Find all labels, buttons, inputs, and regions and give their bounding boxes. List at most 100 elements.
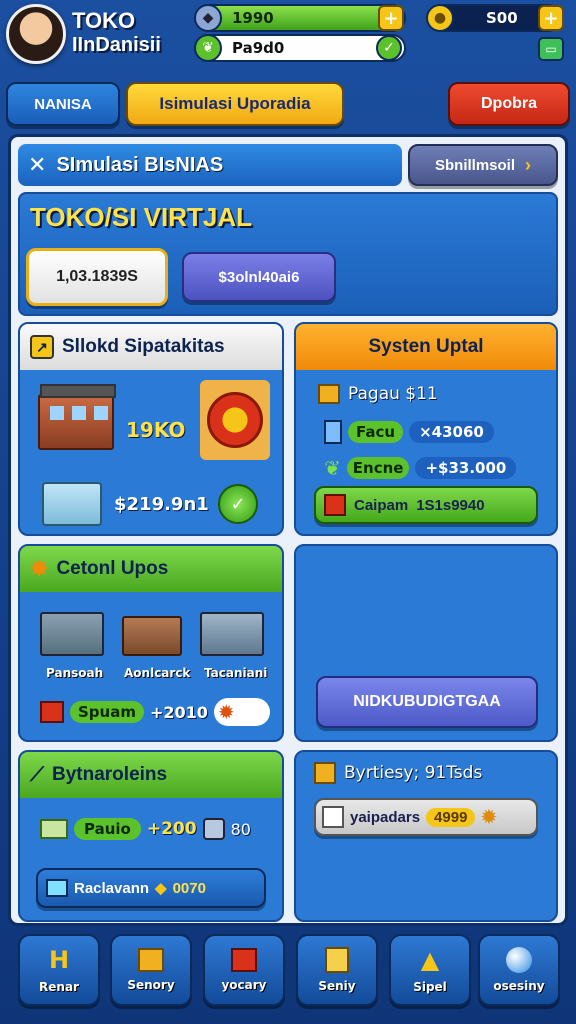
- red-crate-icon: [324, 494, 346, 516]
- home-icon: H: [48, 946, 70, 974]
- nav-shop-button[interactable]: Senory: [110, 934, 192, 1006]
- banner-action-label: Sbnillmsoil: [434, 156, 515, 174]
- nav-notes-label: Seniy: [318, 979, 356, 993]
- building-factory-icon: [40, 612, 104, 656]
- stats-card-title: Sllokd Sipatakitas: [62, 336, 225, 357]
- tab-right-label: Dpobra: [481, 95, 537, 112]
- system-card-header: Systen Uptal: [296, 324, 556, 370]
- business-card: ⟋ Bytnaroleins Pauio +200 80 Raclavann ◆…: [18, 750, 284, 922]
- upgrades-footer-value: +2010: [149, 702, 208, 722]
- nav-globe-button[interactable]: osesiny: [478, 934, 560, 1006]
- bytes-card: Byrtiesy; 91Tsds yaipadars 4999 ✹: [294, 750, 558, 922]
- store-value-box[interactable]: 1,03.1839S: [26, 248, 168, 306]
- banner-title: SImulasi BIsNIAS: [56, 153, 224, 176]
- game-title-line1: TOKO: [72, 8, 136, 33]
- stats-card: ↗ Sllokd Sipatakitas 19KO $219.9n1 ✓: [18, 322, 284, 536]
- resource1-add-button[interactable]: +: [378, 5, 404, 31]
- store-value-button[interactable]: $3olnl40ai6: [182, 252, 336, 302]
- cube-icon: [322, 806, 344, 828]
- tab-left-label: NANISA: [34, 95, 92, 113]
- triangle-icon: ▲: [420, 946, 440, 974]
- action-wide-button[interactable]: NIDKUBUDIGTGAA: [316, 676, 538, 728]
- green-coin-icon[interactable]: ✓: [218, 484, 258, 524]
- system-line1: Pagau $11: [318, 384, 438, 404]
- gear-icon: ✹: [481, 806, 497, 827]
- business-card-header: ⟋ Bytnaroleins: [20, 752, 282, 798]
- banner-bar: ✕ SImulasi BIsNIAS: [18, 144, 402, 186]
- greenhouse-icon: [42, 482, 102, 526]
- gold-coin-icon: ●: [426, 4, 454, 32]
- business-row1-value: +200: [146, 819, 197, 839]
- system-row1-value: ×43060: [409, 421, 494, 443]
- store-value-button-label: $3olnl40ai6: [218, 268, 300, 286]
- banner-action-button[interactable]: Sbnillmsoil ›: [408, 144, 558, 186]
- business-row1-count: 80: [230, 819, 251, 839]
- system-highlight-button[interactable]: Caipam 1S1s9940: [314, 486, 538, 524]
- resource1-bar: 1990: [196, 4, 406, 32]
- building-icon: [38, 384, 116, 450]
- store-icon: [231, 948, 257, 972]
- business-row2-label: Raclavann: [74, 879, 150, 897]
- game-title-line2: IInDanisii: [72, 34, 161, 56]
- gear-coin-icon[interactable]: ✹: [213, 698, 270, 726]
- building-label-3: Tacaniani: [204, 666, 268, 680]
- business-card-title: Bytnaroleins: [52, 764, 168, 785]
- system-card-title: Systen Uptal: [368, 336, 484, 357]
- business-row2-value: 0070: [172, 879, 206, 897]
- building-label-2: Aonlcarck: [124, 666, 191, 680]
- nav-home-label: Renar: [39, 980, 79, 994]
- upgrades-card: ✸ Cetonl Upos Pansoah Aonlcarck Tacanian…: [18, 544, 284, 742]
- gold-value: S00: [486, 9, 518, 27]
- nav-shop-label: Senory: [127, 978, 175, 992]
- upgrades-footer-label: Spuam: [70, 701, 144, 723]
- system-row2-value: +$33.000: [415, 457, 517, 479]
- crate-icon: [314, 762, 336, 784]
- resource2-bar: Pa9d0: [196, 34, 406, 62]
- system-row2: ❦ Encne +$33.000: [324, 456, 517, 480]
- system-highlight-value: 1S1s9940: [416, 496, 485, 514]
- action-wide-label: NIDKUBUDIGTGAA: [353, 693, 501, 710]
- nav-store-button[interactable]: yocary: [203, 934, 285, 1006]
- leaf-small-icon: ❦: [324, 456, 341, 480]
- nav-store-label: yocary: [221, 978, 267, 992]
- chart-icon: ↗: [30, 335, 54, 359]
- simulation-upgrade-button[interactable]: Isimulasi Uporadia: [126, 82, 344, 126]
- business-row2-button[interactable]: Raclavann ◆ 0070: [36, 868, 266, 908]
- bytes-row-button[interactable]: yaipadars 4999 ✹: [314, 798, 538, 836]
- tab-right-button[interactable]: Dpobra: [448, 82, 570, 126]
- notes-icon: [325, 947, 349, 973]
- system-card: Systen Uptal Pagau $11 Facu ×43060 ❦ Enc…: [294, 322, 558, 536]
- system-row1-label: Facu: [348, 421, 404, 443]
- nav-level-button[interactable]: ▲ Sipel: [389, 934, 471, 1006]
- tab-left-button[interactable]: NANISA: [6, 82, 120, 126]
- player-avatar[interactable]: [6, 4, 66, 64]
- leaf-icon: ❦: [194, 34, 222, 62]
- bytes-row-value: 4999: [426, 807, 476, 827]
- gold-diamond-icon: ◆: [155, 880, 167, 897]
- card-icon: [46, 879, 68, 897]
- system-row1: Facu ×43060: [324, 420, 494, 444]
- bytes-header: Byrtiesy; 91Tsds: [314, 762, 482, 784]
- nav-notes-button[interactable]: Seniy: [296, 934, 378, 1006]
- bytes-row-label: yaipadars: [350, 808, 421, 826]
- building-label-1: Pansoah: [46, 666, 104, 680]
- upgrades-card-header: ✸ Cetonl Upos: [20, 546, 282, 592]
- globe-icon: [506, 947, 532, 973]
- stats-card-header: ↗ Sllokd Sipatakitas: [20, 324, 282, 370]
- store-name: TOKO/SI VIRTJAL: [30, 202, 252, 232]
- badge-icon[interactable]: [200, 380, 270, 460]
- screen-icon[interactable]: ▭: [538, 37, 564, 61]
- bytes-card-title: Byrtiesy; 91Tsds: [344, 763, 483, 783]
- star-badge-icon: ✸: [30, 556, 49, 581]
- nav-home-button[interactable]: H Renar: [18, 934, 100, 1006]
- system-line1-text: Pagau $11: [348, 384, 438, 404]
- tools-icon: ✕: [28, 152, 47, 178]
- upgrades-footer: Spuam +2010 ✹: [40, 698, 270, 726]
- system-row2-label: Encne: [346, 457, 410, 479]
- gold-add-button[interactable]: +: [538, 5, 564, 31]
- business-row1-label: Pauio: [74, 818, 141, 840]
- tablet-icon: [324, 420, 342, 444]
- business-row1: Pauio +200 80: [40, 818, 251, 840]
- resource2-confirm-button[interactable]: ✓: [376, 35, 402, 61]
- resource1-value: 1990: [232, 9, 274, 27]
